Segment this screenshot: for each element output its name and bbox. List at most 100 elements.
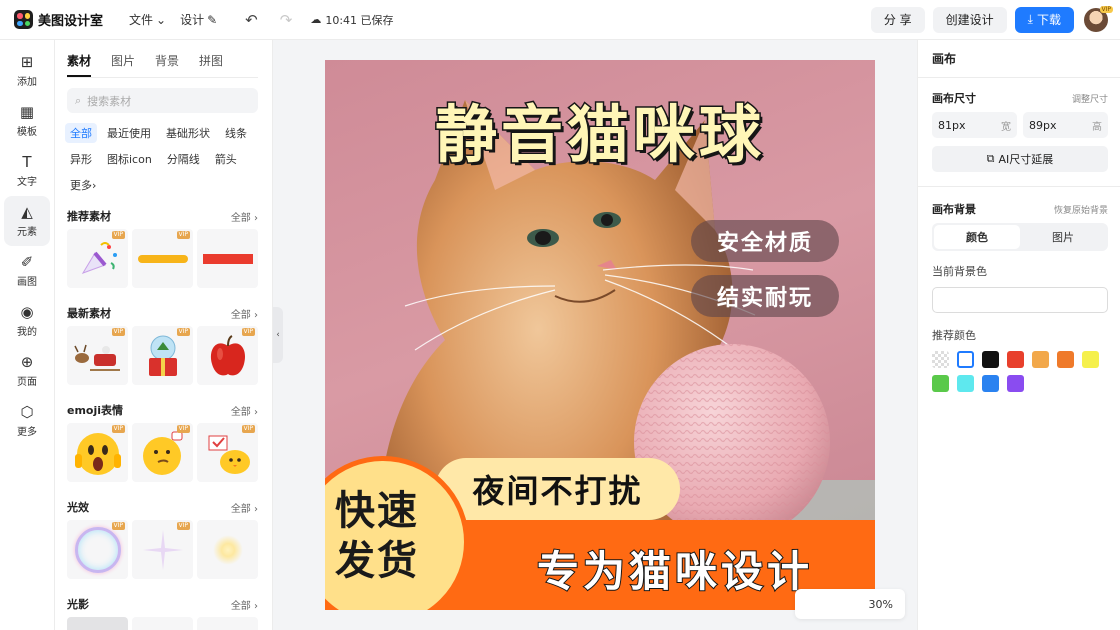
- left-nav: ⊞ 添加 ▦ 模板 T 文字 ◭ 元素 ✐ 画图 ◉ 我的 ⊕ 页面 ⬡ 更多: [0, 40, 55, 630]
- color-swatch[interactable]: [932, 351, 949, 368]
- asset-bubble[interactable]: VIP: [67, 520, 128, 579]
- color-swatch[interactable]: [1082, 351, 1099, 368]
- category-lines[interactable]: 线条: [220, 123, 252, 143]
- asset-emoji-chick[interactable]: VIP: [197, 423, 258, 482]
- color-swatch[interactable]: [957, 375, 974, 392]
- file-menu[interactable]: 文件 ⌄: [129, 11, 166, 28]
- color-swatch[interactable]: [982, 351, 999, 368]
- tagline-banner[interactable]: 夜间不打扰: [435, 458, 680, 520]
- bubble-shape: [74, 526, 121, 573]
- see-all-link[interactable]: 全部 ›: [231, 306, 258, 321]
- color-swatch[interactable]: [1032, 351, 1049, 368]
- collapse-panel-handle[interactable]: ‹: [273, 307, 283, 363]
- color-swatch[interactable]: [982, 375, 999, 392]
- tab-images[interactable]: 图片: [111, 52, 135, 77]
- edit-icon: ✎: [207, 12, 218, 27]
- nav-text[interactable]: T 文字: [0, 146, 54, 196]
- asset-gift-globe[interactable]: VIP: [132, 326, 193, 385]
- poster-title[interactable]: 静音猫咪球: [325, 84, 875, 174]
- canvas-background-section: 画布背景 恢复原始背景 颜色 图片 当前背景色 推荐颜色: [918, 201, 1120, 392]
- app-name: 美图设计室: [38, 14, 104, 29]
- download-button[interactable]: ⤓ 下载: [1014, 6, 1074, 33]
- nav-label: 模板: [17, 127, 37, 138]
- asset-apple[interactable]: VIP: [197, 326, 258, 385]
- see-all-link[interactable]: 全部 ›: [231, 597, 258, 612]
- nav-mine[interactable]: ◉ 我的: [0, 296, 54, 346]
- category-dividers[interactable]: 分隔线: [161, 149, 205, 169]
- section-title: 最新素材: [67, 307, 111, 320]
- current-bg-color-field[interactable]: [932, 287, 1108, 313]
- canvas-stage: 静音猫咪球 安全材质 结实耐玩 夜间不打扰 专为猫咪设计 快速发货 30%: [283, 40, 917, 630]
- category-all[interactable]: 全部: [65, 123, 97, 143]
- asset-shadow-3[interactable]: [197, 617, 258, 630]
- category-basic-shapes[interactable]: 基础形状: [161, 123, 215, 143]
- feature-pill-durable[interactable]: 结实耐玩: [691, 275, 839, 317]
- asset-yellow-stroke[interactable]: VIP: [132, 229, 193, 288]
- color-swatch[interactable]: [1007, 375, 1024, 392]
- see-all-link[interactable]: 全部 ›: [231, 500, 258, 515]
- height-field[interactable]: 89px 高: [1023, 112, 1108, 138]
- share-button[interactable]: 分 享: [870, 6, 925, 33]
- segment-color[interactable]: 颜色: [934, 225, 1020, 249]
- resize-link[interactable]: 调整尺寸: [1072, 92, 1108, 105]
- design-menu[interactable]: 设计 ✎: [180, 11, 217, 28]
- red-bar-shape: [202, 253, 253, 264]
- width-value: 81px: [938, 118, 966, 132]
- download-icon: ⤓: [1027, 12, 1033, 26]
- asset-party-popper[interactable]: VIP: [67, 229, 128, 288]
- redo-icon[interactable]: ↷: [280, 11, 293, 29]
- asset-sparkle[interactable]: VIP: [132, 520, 193, 579]
- asset-shadow-2[interactable]: [132, 617, 193, 630]
- nav-add[interactable]: ⊞ 添加: [0, 46, 54, 96]
- nav-pages[interactable]: ⊕ 页面: [0, 346, 54, 396]
- color-swatch[interactable]: [932, 375, 949, 392]
- vip-badge: VIP: [111, 231, 125, 239]
- glow-shape: [212, 534, 243, 565]
- search-placeholder: 搜索素材: [87, 94, 132, 108]
- category-arrows[interactable]: 箭头: [209, 149, 242, 169]
- create-design-button[interactable]: 创建设计: [932, 6, 1007, 33]
- tab-backgrounds[interactable]: 背景: [155, 52, 179, 77]
- see-all-link[interactable]: 全部 ›: [231, 209, 258, 224]
- width-field[interactable]: 81px 宽: [932, 112, 1017, 138]
- apple-icon: [210, 334, 245, 375]
- asset-red-bar[interactable]: [197, 229, 258, 288]
- fast-shipping-text[interactable]: 快速发货: [335, 486, 445, 586]
- category-icons[interactable]: 图标icon: [102, 149, 157, 169]
- vip-badge: VIP: [241, 425, 255, 433]
- zoom-control[interactable]: 30%: [795, 589, 905, 619]
- asset-emoji-thinking[interactable]: VIP: [132, 423, 193, 482]
- see-all-link[interactable]: 全部 ›: [231, 403, 258, 418]
- undo-icon[interactable]: ↶: [245, 11, 258, 29]
- asset-glow[interactable]: [197, 520, 258, 579]
- divider: [918, 186, 1120, 187]
- segment-image[interactable]: 图片: [1020, 225, 1106, 249]
- background-label: 画布背景: [932, 203, 976, 216]
- nav-draw[interactable]: ✐ 画图: [0, 246, 54, 296]
- current-bg-label: 当前背景色: [932, 265, 987, 278]
- tab-collage[interactable]: 拼图: [199, 52, 223, 77]
- tab-materials[interactable]: 素材: [67, 52, 92, 77]
- nav-template[interactable]: ▦ 模板: [0, 96, 54, 146]
- category-recent[interactable]: 最近使用: [102, 123, 156, 143]
- nav-more[interactable]: ⬡ 更多: [0, 396, 54, 446]
- color-swatch[interactable]: [957, 351, 974, 368]
- search-input[interactable]: ⌕ 搜索素材: [67, 88, 258, 113]
- app-logo[interactable]: 美图设计室: [14, 10, 103, 29]
- asset-emoji-scared[interactable]: VIP: [67, 423, 128, 482]
- feature-pill-safe[interactable]: 安全材质: [691, 220, 839, 262]
- nav-elements[interactable]: ◭ 元素: [4, 196, 50, 246]
- color-swatch[interactable]: [1007, 351, 1024, 368]
- avatar[interactable]: VIP: [1084, 5, 1113, 32]
- height-unit: 高: [1092, 121, 1102, 133]
- category-more[interactable]: 更多 ›: [65, 175, 102, 195]
- chick-emoji-icon: [208, 435, 250, 474]
- restore-background-link[interactable]: 恢复原始背景: [1054, 203, 1108, 216]
- category-irregular[interactable]: 异形: [65, 149, 97, 169]
- design-canvas[interactable]: 静音猫咪球 安全材质 结实耐玩 夜间不打扰 专为猫咪设计 快速发货: [325, 60, 875, 610]
- ai-resize-label: AI尺寸延展: [998, 153, 1054, 166]
- color-swatch[interactable]: [1057, 351, 1074, 368]
- asset-sleigh[interactable]: VIP: [67, 326, 128, 385]
- asset-shadow-1[interactable]: [67, 617, 128, 630]
- ai-resize-button[interactable]: ⧉ AI尺寸延展: [932, 146, 1108, 172]
